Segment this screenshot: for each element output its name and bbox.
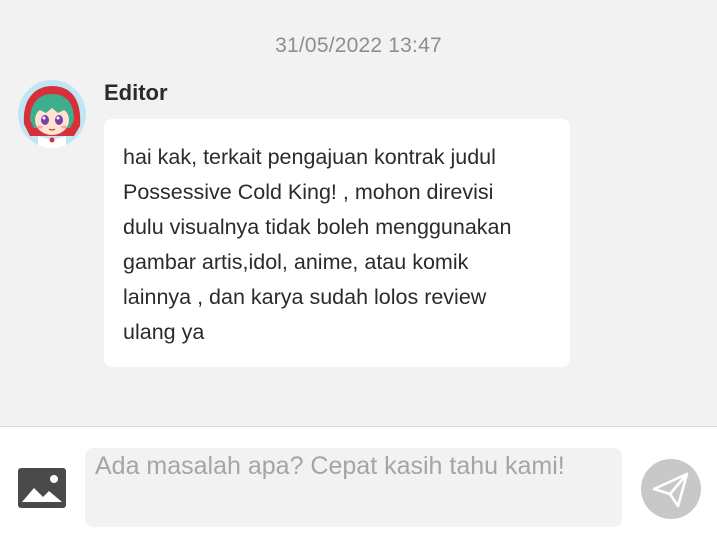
message-timestamp: 31/05/2022 13:47 (275, 34, 442, 57)
chat-area: 31/05/2022 13:47 Editor hai kak, terkait… (0, 0, 717, 426)
message-composer (0, 427, 717, 549)
send-icon (652, 472, 689, 508)
send-button[interactable] (641, 459, 701, 519)
message-text: hai kak, terkait pengajuan kontrak judul… (123, 145, 512, 344)
attach-image-button[interactable] (18, 468, 66, 508)
sender-avatar[interactable] (18, 80, 86, 148)
image-icon (18, 468, 66, 508)
anime-girl-avatar-icon (18, 80, 86, 148)
message-bubble: hai kak, terkait pengajuan kontrak judul… (104, 119, 570, 367)
sender-name: Editor (104, 80, 168, 105)
message-input[interactable] (85, 448, 622, 527)
